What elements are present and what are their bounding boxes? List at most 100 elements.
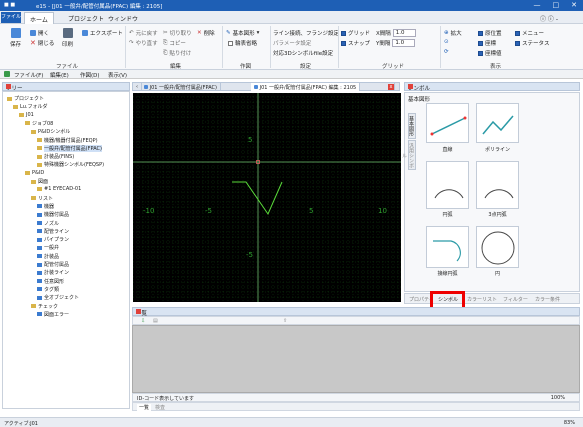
tree-node[interactable]: ノズル (37, 220, 59, 227)
close-button[interactable]: ✕ (571, 1, 577, 9)
save-button[interactable]: 保存 (10, 28, 21, 48)
tree-node[interactable]: P&ID (25, 170, 44, 176)
tree-node[interactable]: J01 (19, 112, 34, 118)
menu-view[interactable]: 表示(V) (108, 71, 127, 79)
symbol-label: ポリライン (484, 147, 510, 153)
tree-node[interactable]: チェック (31, 303, 58, 310)
tree-node[interactable]: 全オブジェクト (37, 294, 79, 301)
tree-node[interactable]: 一般弁/配管付属品(FPAC) (37, 144, 102, 152)
tree-node[interactable]: 任意図形 (37, 278, 64, 285)
tree-node[interactable]: 特殊機器シンボル(FEQSP) (37, 161, 104, 168)
tree-node[interactable]: 機器/機器付属品(FEQP) (37, 137, 98, 144)
close-icon[interactable] (6, 84, 11, 89)
export-list-icon[interactable]: ⇪ (283, 318, 287, 324)
cut-button[interactable]: ✂ 切り取り (163, 29, 192, 37)
tree-node[interactable]: P&IDシンボル (31, 128, 70, 135)
zoom-fit-button[interactable]: ⊙ (444, 39, 449, 45)
grid-checkbox[interactable]: グリッド (341, 29, 370, 37)
tree-node[interactable]: 機器付属品 (37, 211, 69, 218)
tree-node[interactable]: 計装品(FINS) (37, 153, 74, 160)
symbol-arc[interactable] (426, 161, 469, 209)
folder-icon (31, 304, 36, 308)
snap-checkbox[interactable]: スナップ (341, 39, 370, 47)
symbol-3pt-arc[interactable] (476, 161, 519, 209)
status-checkbox[interactable]: ステータス (515, 39, 550, 47)
symbol-circle[interactable] (476, 226, 519, 268)
tab-doc-1[interactable]: J01 一般弁/配管付属品(FPAC) (141, 83, 222, 91)
table-icon (37, 312, 42, 317)
tree-node[interactable]: リスト (31, 195, 53, 202)
close-icon[interactable] (408, 84, 413, 89)
tree-node[interactable]: タグ類 (37, 286, 59, 293)
symbol-polyline[interactable] (476, 103, 519, 143)
list-area[interactable] (132, 325, 580, 393)
tree-node-label: ノズル (44, 220, 60, 227)
filter-icon[interactable]: ⇩ (141, 318, 145, 324)
undo-button[interactable]: ↶ 元に戻す (129, 29, 158, 37)
zoom-in-button[interactable]: ⊕ 拡大 (444, 29, 462, 37)
copy-button[interactable]: ⎘ コピー (163, 39, 186, 48)
delete-button[interactable]: ✕ 削除 (197, 29, 215, 37)
tab-filter[interactable]: フィルター (503, 296, 528, 303)
x-spacing-field[interactable]: X間隔 1.0 (376, 29, 416, 37)
coord-checkbox[interactable]: 座標 (478, 39, 496, 47)
tab-window[interactable]: ウィンドウ (108, 14, 138, 23)
close-file-button[interactable]: ✕ 閉じる (30, 39, 54, 47)
tab-close-icon[interactable]: x (385, 83, 395, 91)
hide-hatch-checkbox[interactable]: 輪表省略 (228, 39, 257, 47)
help-icons[interactable]: ⓘ ⓘ - (540, 14, 558, 23)
tree-node[interactable]: パイプラン (37, 236, 69, 243)
close-icon[interactable] (136, 309, 141, 314)
symbol-panel-header: シンボル (404, 82, 580, 92)
refresh-button[interactable]: ⟳ (444, 49, 449, 55)
tree-node-label: P&ID (32, 169, 45, 176)
tree-node[interactable]: 一般弁 (37, 244, 59, 251)
support3d-button[interactable]: 対応3Dシンボルfile設定 (273, 49, 333, 57)
vtab-basic[interactable]: 基本図形 (408, 113, 416, 139)
open-button[interactable]: 開く (30, 29, 49, 37)
divider (222, 26, 223, 68)
checkbox-icon (341, 30, 346, 36)
app-menu-button[interactable]: ファイル (1, 12, 21, 23)
print-button[interactable]: 印刷 (62, 28, 73, 48)
column-icon[interactable]: ▤ (153, 318, 158, 324)
redo-button[interactable]: ↷ やり直す (129, 39, 158, 47)
tree-node[interactable]: ジョブ08 (25, 120, 53, 127)
menu-edit[interactable]: 編集(E) (50, 71, 69, 79)
basic-shape-button[interactable]: ✎ 基本図形 ▾ (226, 29, 259, 37)
export-button[interactable]: エクスポート (82, 29, 123, 37)
tab-list[interactable]: 一覧 (137, 404, 152, 411)
y-spacing-field[interactable]: Y間隔 1.0 (376, 39, 416, 47)
symbol-tangent-arc[interactable] (426, 226, 469, 268)
menu-checkbox[interactable]: メニュー (515, 29, 544, 37)
line-setting-button[interactable]: ライン接続、フランジ設定 (273, 29, 339, 37)
tab-color-condition[interactable]: カラー条件 (535, 296, 560, 303)
tree-node[interactable]: 計装ライン (37, 269, 69, 276)
tree-node[interactable]: 配管ライン (37, 228, 69, 235)
tree-node[interactable]: 計装品 (37, 253, 59, 260)
tree-node[interactable]: プロジェクト (7, 95, 44, 102)
paste-icon: ⎗ (163, 49, 168, 56)
symbol-line[interactable] (426, 103, 469, 143)
tab-color-list[interactable]: カラーリスト (467, 296, 497, 303)
tree-node[interactable]: Lu.フォルダ (13, 103, 47, 110)
tree-node[interactable]: #1 EYECAD-01 (37, 186, 81, 192)
paste-button[interactable]: ⎗ 貼り付け (163, 49, 191, 58)
tab-check[interactable]: 検査 (155, 404, 165, 411)
param-setting-button[interactable]: パラメータ設定 (273, 39, 311, 47)
minimize-button[interactable]: — (534, 1, 541, 9)
menu-draw[interactable]: 作図(D) (80, 71, 100, 79)
maximize-button[interactable]: □ (553, 1, 560, 9)
tree-node[interactable]: 図面エラー (37, 311, 69, 318)
tree-node[interactable]: 配管付属品 (37, 261, 69, 268)
vtab-generic[interactable]: 汎用シンボル (401, 140, 416, 170)
tree-node[interactable]: 図面 (31, 178, 48, 185)
tab-doc-2[interactable]: J01 一般弁/配管付属品(FPAC) 編集 : 2105 (251, 83, 361, 91)
menu-file[interactable]: ファイル(F) (14, 71, 43, 79)
tab-project[interactable]: プロジェクト (68, 14, 104, 23)
drawing-canvas[interactable]: -10 -5 5 10 5 -5 (133, 93, 401, 302)
tab-home[interactable]: ホーム (24, 12, 54, 24)
axis-checkbox[interactable]: 座標値 (478, 49, 502, 57)
tree-node[interactable]: 機器 (37, 203, 54, 210)
origin-checkbox[interactable]: 原位置 (478, 29, 502, 37)
